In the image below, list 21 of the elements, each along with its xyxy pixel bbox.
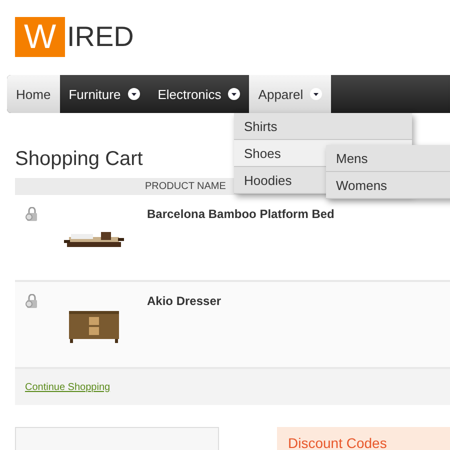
continue-shopping-link[interactable]: Continue Shopping bbox=[25, 382, 110, 392]
nav-item[interactable]: Furniture bbox=[60, 75, 149, 113]
nav-item[interactable]: Electronics bbox=[148, 75, 250, 113]
nav-item[interactable]: Apparel bbox=[249, 75, 332, 113]
nav-label: Electronics bbox=[158, 86, 222, 102]
submenu-item[interactable]: Womens bbox=[326, 172, 450, 199]
logo-letter: W bbox=[15, 17, 65, 57]
lock-icon[interactable] bbox=[25, 294, 38, 308]
logo-text: IRED bbox=[67, 21, 134, 53]
nav-label: Apparel bbox=[258, 86, 304, 102]
submenu-item[interactable]: Mens bbox=[326, 145, 450, 172]
nav-item[interactable]: Home bbox=[7, 75, 60, 113]
lock-icon[interactable] bbox=[25, 207, 38, 221]
page-title: Shopping Cart bbox=[15, 148, 143, 170]
discount-title: Discount Codes bbox=[288, 435, 387, 450]
menu-item[interactable]: Shirts bbox=[234, 113, 412, 140]
product-name[interactable]: Akio Dresser bbox=[147, 294, 222, 308]
nav-label: Home bbox=[16, 86, 51, 102]
column-header: PRODUCT NAME bbox=[145, 181, 226, 192]
nav-label: Furniture bbox=[68, 86, 121, 102]
product-name[interactable]: Barcelona Bamboo Platform Bed bbox=[147, 207, 334, 221]
